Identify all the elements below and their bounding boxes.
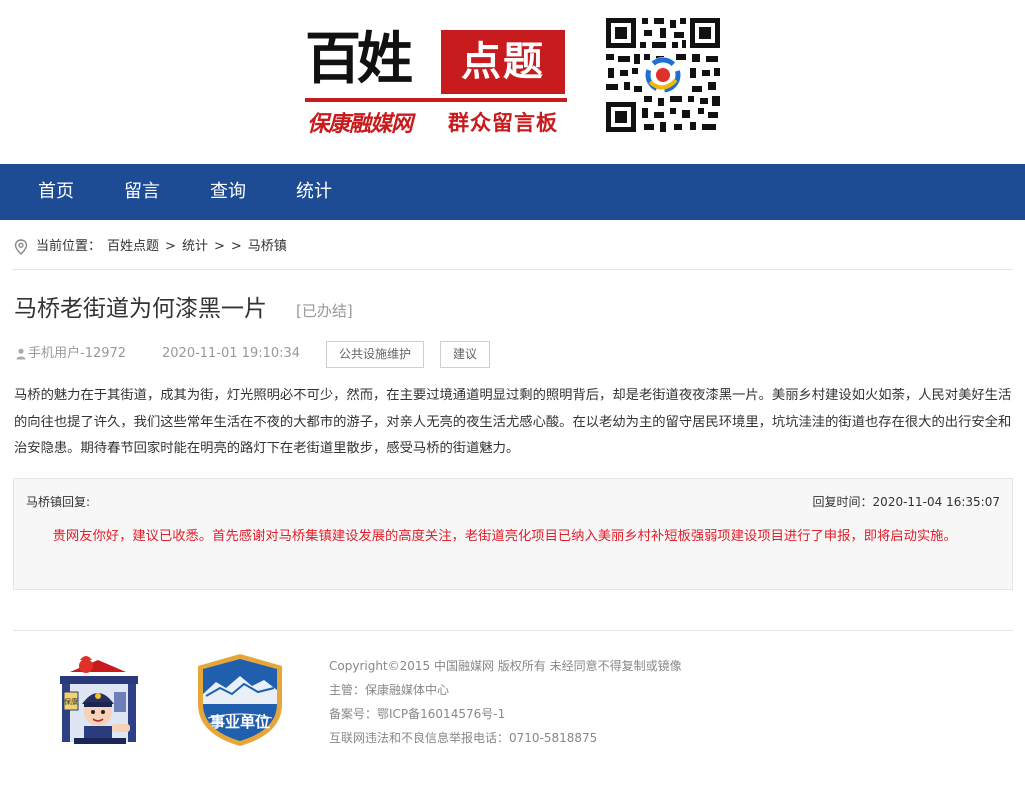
public-institution-badge-icon[interactable]: 事业单位	[192, 652, 288, 748]
nav-item-stats[interactable]: 统计	[296, 164, 332, 220]
location-pin-icon	[14, 239, 28, 255]
breadcrumb-prefix: 当前位置：	[36, 239, 102, 254]
logo-underline	[305, 98, 567, 102]
divider	[13, 269, 1013, 270]
footer-copyright: Copyright©2015 中国融媒网 版权所有 未经同意不得复制或镜像	[329, 659, 682, 673]
breadcrumb: 当前位置： 百姓点题 > 统计 > > 马桥镇	[14, 236, 293, 258]
nav-item-query[interactable]: 查询	[210, 164, 246, 220]
logo-sub-right: 群众留言板	[448, 111, 558, 135]
user-icon	[16, 348, 26, 360]
tag-suggestion[interactable]: 建议	[440, 341, 490, 368]
nav-item-message[interactable]: 留言	[124, 164, 160, 220]
article-title: 马桥老街道为何漆黑一片	[14, 296, 267, 322]
divider	[13, 630, 1013, 631]
footer-info: Copyright©2015 中国融媒网 版权所有 未经同意不得复制或镜像 主管…	[329, 654, 682, 750]
qr-code-icon	[604, 16, 722, 134]
status-badge: [已办结]	[296, 302, 353, 320]
logo-big-text: 百姓	[305, 26, 413, 92]
footer-report-phone: 互联网违法和不良信息举报电话：0710-5818875	[329, 731, 598, 745]
author-name: 手机用户-12972	[28, 346, 127, 361]
breadcrumb-separator: >	[165, 239, 176, 254]
site-logo[interactable]: 百姓 点题 保康融媒网 群众留言板	[305, 18, 567, 138]
badge-text: 事业单位	[210, 713, 270, 731]
breadcrumb-separator: >	[230, 239, 242, 254]
reply-text: 贵网友你好，建议已收悉。首先感谢对马桥集镇建设发展的高度关注，老街道亮化项目已纳…	[52, 529, 957, 544]
site-header: 百姓 点题 保康融媒网 群众留言板	[0, 0, 1025, 164]
main-nav: 首页 留言 查询 统计	[0, 164, 1025, 220]
breadcrumb-link-stats[interactable]: 统计	[182, 236, 208, 258]
logo-red-box: 点题	[441, 30, 565, 94]
reply-time: 回复时间：2020-11-04 16:35:07	[812, 495, 1000, 509]
article-time: 2020-11-01 19:10:34	[162, 346, 301, 361]
breadcrumb-link-home[interactable]: 百姓点题	[107, 236, 159, 258]
breadcrumb-separator: >	[213, 239, 225, 254]
police-box-text: 保康	[64, 697, 78, 706]
breadcrumb-current: 马桥镇	[247, 239, 287, 254]
footer-supervisor: 主管：保康融媒体中心	[329, 683, 450, 697]
article-author: 手机用户-12972	[16, 344, 126, 364]
reply-from: 马桥镇回复:	[26, 495, 91, 509]
police-cartoon-icon[interactable]: 保康	[52, 652, 146, 748]
footer-icp[interactable]: 备案号：鄂ICP备16014576号-1	[329, 702, 682, 726]
nav-item-home[interactable]: 首页	[38, 164, 74, 220]
reply-box: 马桥镇回复: 回复时间：2020-11-04 16:35:07 贵网友你好，建议…	[13, 478, 1013, 590]
logo-sub-left: 保康融媒网	[307, 111, 413, 137]
tag-public-facility[interactable]: 公共设施维护	[326, 341, 424, 368]
article-body: 马桥的魅力在于其街道，成其为街，灯光照明必不可少，然而，在主要过境通道明显过剩的…	[14, 388, 1012, 456]
